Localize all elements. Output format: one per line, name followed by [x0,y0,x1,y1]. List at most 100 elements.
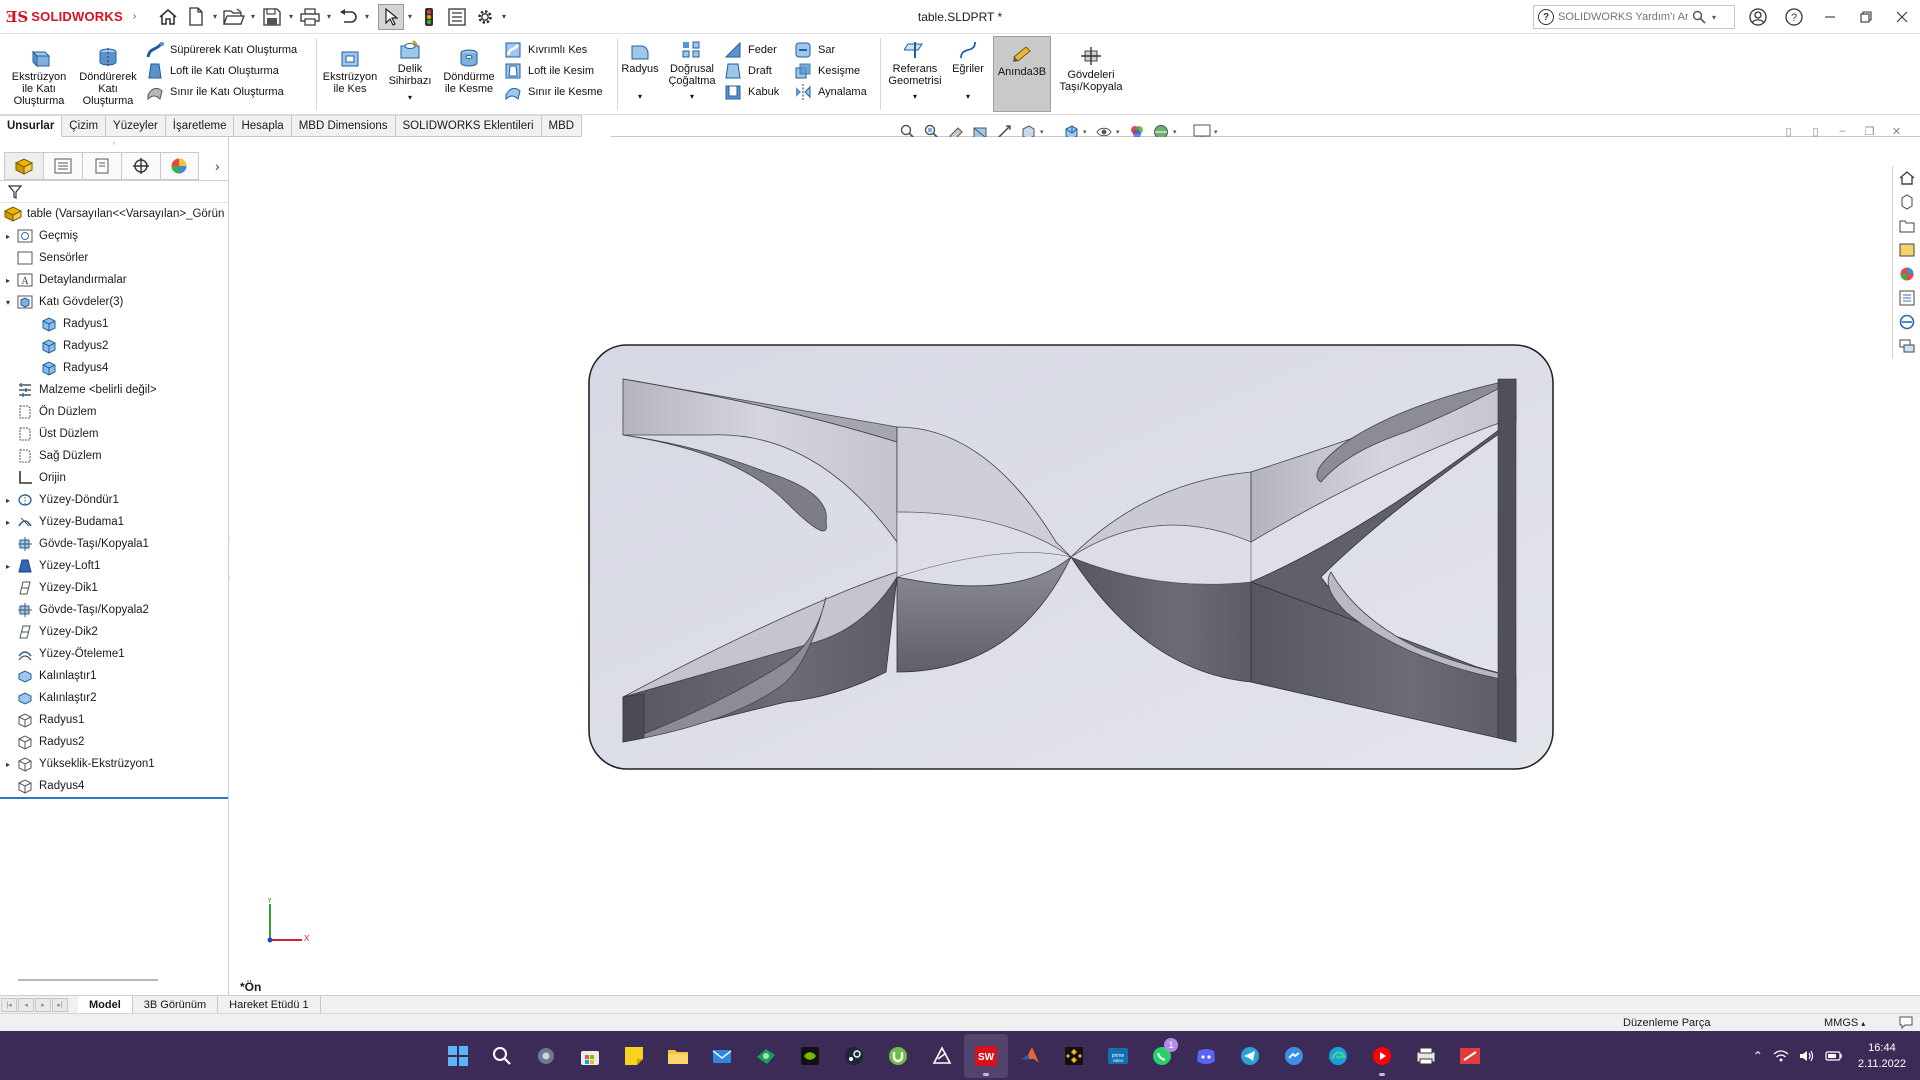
settings-app-icon[interactable] [524,1034,568,1078]
open-icon[interactable] [221,4,247,30]
configuration-manager-tab-icon[interactable] [81,151,121,180]
battery-icon[interactable] [1825,1050,1843,1062]
file-properties-icon[interactable] [444,4,470,30]
expand-arrow-icon[interactable]: ▸ [0,760,16,769]
file-explorer-icon[interactable] [1894,214,1920,238]
filter-icon[interactable] [8,184,22,199]
dimxpert-manager-tab-icon[interactable] [120,151,160,180]
intersect-button[interactable]: Kesişme [794,62,860,80]
nvidia-icon[interactable] [788,1034,832,1078]
tree-root-part[interactable]: table (Varsayılan<<Varsayılan>_Görün [0,203,228,225]
curves-dropdown-icon[interactable]: ▾ [966,91,970,103]
command-tab[interactable]: SOLIDWORKS Eklentileri [395,115,542,137]
tree-item[interactable]: Radyus1 [0,313,228,335]
boundary-boss-button[interactable]: Sınır ile Katı Oluşturma [146,83,284,101]
file-explorer-app-icon[interactable] [656,1034,700,1078]
save-icon[interactable] [259,4,285,30]
search-icon[interactable] [1692,10,1706,24]
design-library-icon[interactable] [1894,190,1920,214]
user-account-icon[interactable] [1740,0,1776,34]
wifi-icon[interactable] [1773,1049,1789,1063]
rebuild-icon[interactable] [416,4,442,30]
units-selector[interactable]: MMGS ▴ [1824,1017,1865,1029]
lofted-cut-button[interactable]: Loft ile Kesim [504,62,594,80]
tree-item[interactable]: Yüzey-Öteleme1 [0,643,228,665]
left-outer-bottom-edge[interactable] [622,693,645,743]
tree-item[interactable]: Orijin [0,467,228,489]
tree-item[interactable]: Gövde-Taşı/Kopyala2 [0,599,228,621]
minimize-icon[interactable] [1812,0,1848,34]
tree-item[interactable]: ▸ Geçmiş [0,225,228,247]
boundary-cut-button[interactable]: Sınır ile Kesme [504,83,603,101]
command-tab[interactable]: Hesapla [234,115,292,137]
solidworks-logo[interactable]: ƎS SOLIDWORKS › [0,0,136,34]
command-tab[interactable]: İşaretleme [165,115,235,137]
3dexperience-icon[interactable] [1894,310,1920,334]
command-tab[interactable]: Çizim [62,115,107,137]
solidworks-app-icon[interactable]: SW [964,1033,1008,1078]
draft-button[interactable]: Draft [724,62,772,80]
panel-grip[interactable]: ◦ [0,137,228,151]
open-dropdown-icon[interactable]: ▾ [248,12,258,21]
collapse-arrow-icon[interactable]: ▾ [0,298,16,307]
forum-icon[interactable] [1894,334,1920,358]
hole-wizard-button[interactable]: Delik Sihirbazı ▾ [382,40,438,104]
new-dropdown-icon[interactable]: ▾ [210,12,220,21]
restore-icon[interactable] [1848,0,1884,34]
print-dropdown-icon[interactable]: ▾ [324,12,334,21]
fillet-button[interactable]: Radyus ▾ [620,40,660,103]
bottom-tab[interactable]: 3B Görünüm [133,996,219,1013]
solidworks-resources-icon[interactable] [1894,166,1920,190]
red-app-icon[interactable] [1448,1034,1492,1078]
display-manager-tab-icon[interactable] [159,151,199,180]
options-dropdown-icon[interactable]: ▾ [499,12,509,21]
menu-expand-icon[interactable]: › [133,11,136,22]
taskbar-search-icon[interactable] [480,1034,524,1078]
store-app-icon[interactable] [568,1034,612,1078]
search-dropdown-icon[interactable]: ▾ [1712,13,1716,22]
loft-boss-button[interactable]: Loft ile Katı Oluşturma [146,62,279,80]
swept-cut-button[interactable]: Kıvrımlı Kes [504,41,587,59]
bottom-tab[interactable]: Hareket Etüdü 1 [218,996,321,1013]
command-tab[interactable]: Unsurlar [0,115,63,137]
command-tab[interactable]: Yüzeyler [106,115,166,137]
first-tab-arrow-icon[interactable]: |◂ [1,997,17,1012]
green-app-icon[interactable] [744,1034,788,1078]
apply-scene-dropdown-icon[interactable]: ▾ [1173,128,1182,136]
next-tab-arrow-icon[interactable]: ▸ [35,997,51,1012]
undo-icon[interactable] [335,4,361,30]
steam-icon[interactable] [832,1034,876,1078]
tree-item[interactable]: Radyus1 [0,709,228,731]
move-copy-bodies-button[interactable]: Gövdeleri Taşı/Kopyala [1054,46,1128,93]
tree-item[interactable]: Radyus2 [0,731,228,753]
tree-filter[interactable] [0,181,228,203]
options-gear-icon[interactable] [472,4,498,30]
binance-icon[interactable] [1052,1034,1096,1078]
tree-item[interactable]: ▸ Yüzey-Loft1 [0,555,228,577]
save-dropdown-icon[interactable]: ▾ [286,12,296,21]
tree-item[interactable]: ▾ Katı Gövdeler(3) [0,291,228,313]
extruded-cut-button[interactable]: Ekstrüzyon ile Kes [318,48,382,95]
hole-wizard-dropdown-icon[interactable]: ▾ [408,92,412,104]
select-cursor-icon[interactable] [378,3,404,30]
telegram-icon[interactable] [1228,1034,1272,1078]
tree-item[interactable]: ▸ Yüzey-Budama1 [0,511,228,533]
display-style-dropdown-icon[interactable]: ▾ [1083,128,1092,136]
sticky-notes-icon[interactable] [612,1034,656,1078]
quick-tips-icon[interactable] [1898,1015,1914,1032]
utorrent-icon[interactable] [876,1034,920,1078]
part-model-table[interactable] [586,342,1556,772]
tree-item[interactable]: Kalınlaştır2 [0,687,228,709]
bottom-tab[interactable]: Model [78,996,133,1013]
view-settings-dropdown-icon[interactable]: ▾ [1214,128,1223,136]
youtube-music-icon[interactable] [1360,1034,1404,1078]
tree-item[interactable]: Kalınlaştır1 [0,665,228,687]
mail-app-icon[interactable] [700,1034,744,1078]
help-search-box[interactable]: ? ▾ [1533,5,1735,29]
discord-icon[interactable] [1184,1034,1228,1078]
tree-item[interactable]: Gövde-Taşı/Kopyala1 [0,533,228,555]
expand-arrow-icon[interactable]: ▸ [0,276,16,285]
close-icon[interactable] [1884,0,1920,34]
fillet-dropdown-icon[interactable]: ▾ [638,91,642,103]
rollback-bar[interactable] [0,797,228,799]
